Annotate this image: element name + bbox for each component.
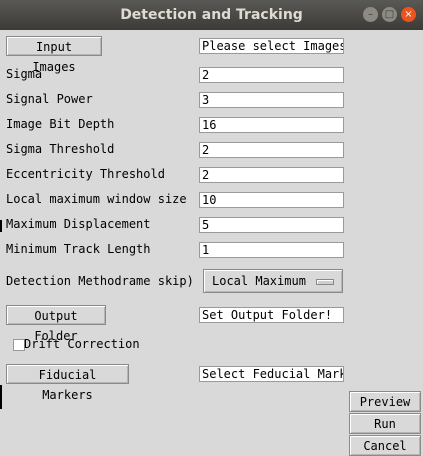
edge-mark: [0, 385, 2, 409]
bit-depth-field[interactable]: 16: [199, 117, 344, 133]
sigma-threshold-field[interactable]: 2: [199, 142, 344, 158]
max-displacement-label: Maximum Displacement: [6, 217, 151, 231]
min-track-length-field[interactable]: 1: [199, 242, 344, 258]
sigma-label: Sigma: [6, 67, 43, 81]
close-icon[interactable]: ×: [401, 7, 416, 22]
eccentricity-label: Eccentricity Threshold: [6, 167, 165, 181]
sigma-threshold-label: Sigma Threshold: [6, 142, 115, 156]
signal-power-field[interactable]: 3: [199, 92, 344, 108]
output-folder-field[interactable]: Set Output Folder!: [199, 307, 344, 323]
option-menu-indicator-icon: [316, 279, 334, 285]
detection-method-select[interactable]: Local Maximum: [203, 269, 343, 293]
fiducial-markers-button[interactable]: Fiducial Markers: [6, 364, 129, 402]
detection-method-value: Local Maximum: [212, 274, 306, 288]
output-folder-button[interactable]: Output Folder: [6, 305, 106, 343]
preview-button[interactable]: Preview: [349, 391, 421, 412]
signal-power-label: Signal Power: [6, 92, 93, 106]
minimize-icon[interactable]: –: [363, 7, 378, 22]
fiducial-field[interactable]: Select Feducial Mark: [199, 366, 344, 382]
input-images-field[interactable]: Please select Images: [199, 38, 344, 54]
bit-depth-label: Image Bit Depth: [6, 117, 115, 131]
max-displacement-field[interactable]: 5: [199, 217, 344, 233]
title-bar: Detection and Tracking – □ ×: [0, 0, 423, 30]
local-max-window-field[interactable]: 10: [199, 192, 344, 208]
detection-method-label: Detection Methodrame skip): [6, 274, 194, 288]
sigma-field[interactable]: 2: [199, 67, 344, 83]
drift-correction-label: Drift Correction: [24, 337, 140, 351]
min-track-length-label: Minimum Track Length: [6, 242, 151, 256]
local-max-window-label: Local maximum window size: [6, 192, 187, 206]
edge-mark: [0, 220, 2, 232]
cancel-button[interactable]: Cancel: [349, 435, 421, 456]
maximize-icon[interactable]: □: [382, 7, 397, 22]
input-images-button[interactable]: Input Images: [6, 36, 102, 74]
window-title: Detection and Tracking: [120, 7, 303, 23]
run-button[interactable]: Run: [349, 413, 421, 434]
eccentricity-field[interactable]: 2: [199, 167, 344, 183]
